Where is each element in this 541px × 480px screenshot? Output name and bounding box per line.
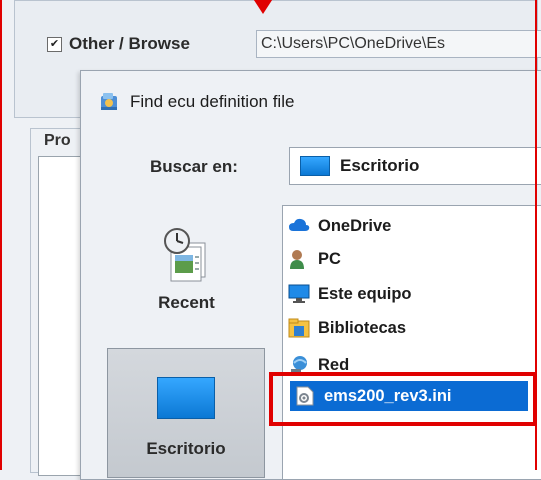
annotation-frame: [0, 0, 537, 470]
annotation-arrow-icon: [250, 0, 276, 14]
